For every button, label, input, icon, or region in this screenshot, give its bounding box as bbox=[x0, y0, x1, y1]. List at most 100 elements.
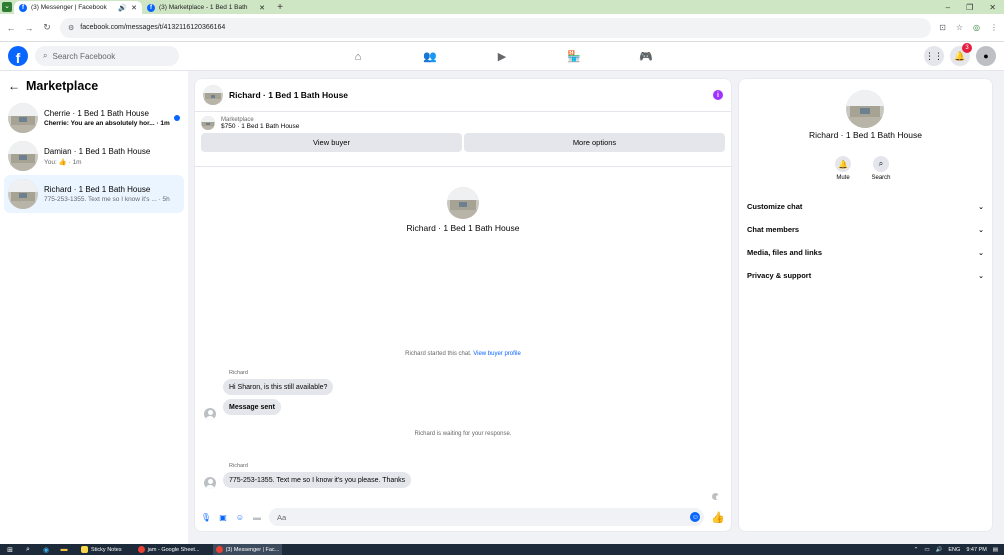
message-bubble[interactable]: 775-253-1355. Text me so I know it's you… bbox=[223, 472, 412, 488]
speaker-icon[interactable]: 🔊 bbox=[118, 4, 127, 12]
minimize-icon[interactable]: – bbox=[946, 3, 950, 12]
close-window-icon[interactable]: ✕ bbox=[989, 3, 996, 12]
watch-icon[interactable]: ▶ bbox=[466, 42, 538, 71]
thumbs-up-icon[interactable]: 👍 bbox=[711, 511, 725, 524]
menu-kebab-icon[interactable]: ⋮ bbox=[990, 23, 998, 32]
facebook-top-nav: f ⌕ Search Facebook ⌂ 👥 ▶ 🏪 🎮 ⋮⋮ 🔔 3 ● bbox=[0, 42, 1004, 71]
chat-title[interactable]: Richard · 1 Bed 1 Bath House bbox=[229, 90, 348, 100]
volume-icon[interactable]: 🔊 bbox=[936, 547, 943, 553]
marketplace-icon[interactable]: 🏪 bbox=[538, 42, 610, 71]
taskbar-app-label: Sticky Notes bbox=[91, 546, 122, 553]
conversation-item-cherrie[interactable]: Cherrie · 1 Bed 1 Bath House Cherrie: Yo… bbox=[4, 99, 184, 137]
emoji-icon[interactable]: ☺ bbox=[690, 512, 701, 522]
conversation-name: Cherrie · 1 Bed 1 Bath House bbox=[44, 109, 149, 118]
extension-icon[interactable]: ◎ bbox=[973, 23, 980, 32]
view-buyer-button[interactable]: View buyer bbox=[201, 133, 462, 152]
chat-started-note: Richard started this chat. View buyer pr… bbox=[195, 351, 731, 357]
gif-icon[interactable]: ▬ bbox=[252, 512, 262, 522]
mute-label: Mute bbox=[836, 175, 850, 181]
chevron-down-icon: ⌄ bbox=[978, 272, 984, 280]
new-tab-button[interactable]: + bbox=[274, 2, 286, 14]
listing-thumbnail bbox=[8, 141, 38, 171]
microphone-icon[interactable]: 🎙 bbox=[201, 512, 211, 522]
language-indicator[interactable]: ENG bbox=[948, 547, 960, 553]
friends-icon[interactable]: 👥 bbox=[394, 42, 466, 71]
profile-avatar[interactable] bbox=[447, 187, 479, 219]
edge-icon[interactable]: ◉ bbox=[42, 546, 50, 554]
profile-avatar[interactable] bbox=[846, 90, 884, 128]
reload-icon[interactable]: ↻ bbox=[42, 22, 52, 33]
tab-title: (3) Messenger | Facebook bbox=[31, 4, 107, 11]
facebook-logo-icon[interactable]: f bbox=[8, 46, 28, 66]
menu-grid-icon[interactable]: ⋮⋮ bbox=[924, 46, 944, 66]
listing-thumbnail bbox=[8, 179, 38, 209]
browser-tab-marketplace[interactable]: f (3) Marketplace - 1 Bed 1 Bath ✕ bbox=[142, 1, 270, 14]
conversation-preview: Cherrie: You are an absolutely hor... · … bbox=[44, 120, 170, 127]
tab-search-button[interactable]: ⌄ bbox=[0, 0, 14, 14]
home-icon[interactable]: ⌂ bbox=[322, 42, 394, 71]
taskbar-app-sheets[interactable]: jam - Google Sheet... bbox=[135, 544, 203, 555]
sender-name: Richard bbox=[229, 370, 248, 376]
conversation-item-richard[interactable]: Richard · 1 Bed 1 Bath House 775-253-135… bbox=[4, 175, 184, 213]
back-arrow-icon[interactable]: ← bbox=[8, 79, 20, 93]
conversation-name: Damian · 1 Bed 1 Bath House bbox=[44, 146, 151, 156]
pane-header: ← Marketplace bbox=[0, 71, 188, 99]
seen-indicator-avatar bbox=[712, 493, 719, 500]
chat-avatar[interactable] bbox=[203, 85, 223, 105]
menu-item-label: Media, files and links bbox=[747, 248, 823, 257]
browser-tab-messenger[interactable]: f (3) Messenger | Facebook 🔊 ✕ bbox=[14, 1, 142, 14]
chevron-down-icon: ⌄ bbox=[2, 2, 12, 12]
file-explorer-icon[interactable]: ▬ bbox=[60, 546, 68, 554]
avatar[interactable]: ● bbox=[976, 46, 996, 66]
more-options-button[interactable]: More options bbox=[464, 133, 725, 152]
customize-chat-item[interactable]: Customize chat ⌄ bbox=[739, 195, 992, 218]
close-icon[interactable]: ✕ bbox=[259, 4, 265, 12]
install-app-icon[interactable]: ⊡ bbox=[939, 23, 946, 32]
message-bubble[interactable]: Hi Sharon, is this still available? bbox=[223, 379, 334, 395]
started-text: Richard started this chat. bbox=[405, 351, 472, 357]
notification-badge: 3 bbox=[962, 43, 972, 53]
forward-arrow-icon[interactable]: → bbox=[24, 23, 34, 33]
conversation-item-damian[interactable]: Damian · 1 Bed 1 Bath House You: 👍 · 1m bbox=[4, 137, 184, 175]
image-icon[interactable]: ▣ bbox=[218, 512, 228, 522]
sticker-icon[interactable]: ☺ bbox=[235, 512, 245, 522]
chrome-icon bbox=[137, 546, 145, 553]
notification-center-icon[interactable]: ▤ bbox=[993, 547, 998, 553]
menu-item-label: Chat members bbox=[747, 225, 800, 234]
address-bar[interactable]: ⚙ facebook.com/messages/t/41321161203661… bbox=[60, 17, 932, 38]
mute-button[interactable]: 🔔 Mute bbox=[832, 156, 854, 181]
profile-name: Richard · 1 Bed 1 Bath House bbox=[406, 223, 520, 233]
search-button[interactable]: ⌕ Search bbox=[870, 156, 892, 181]
restore-icon[interactable]: ❐ bbox=[966, 3, 973, 12]
taskbar-app-messenger[interactable]: (3) Messenger | Fac... bbox=[212, 544, 283, 555]
avatar[interactable] bbox=[204, 477, 216, 489]
network-icon[interactable]: ▭ bbox=[924, 547, 929, 553]
notifications-bell-icon[interactable]: 🔔 3 bbox=[950, 43, 972, 66]
chevron-up-icon[interactable]: ⌃ bbox=[914, 547, 919, 553]
media-files-links-item[interactable]: Media, files and links ⌄ bbox=[739, 241, 992, 264]
bookmark-star-icon[interactable]: ☆ bbox=[956, 23, 963, 32]
gaming-icon[interactable]: 🎮 bbox=[610, 42, 682, 71]
listing-thumbnail[interactable] bbox=[201, 116, 215, 130]
back-arrow-icon[interactable]: ← bbox=[6, 23, 16, 33]
search-input[interactable]: ⌕ Search Facebook bbox=[35, 46, 179, 66]
site-info-icon[interactable]: ⚙ bbox=[68, 24, 74, 32]
view-buyer-profile-link[interactable]: View buyer profile bbox=[473, 351, 521, 357]
taskbar-app-sticky-notes[interactable]: Sticky Notes bbox=[78, 544, 125, 555]
chevron-down-icon: ⌄ bbox=[978, 203, 984, 211]
clock[interactable]: 9:47 PM bbox=[966, 547, 986, 553]
nav-right: ⋮⋮ 🔔 3 ● bbox=[924, 43, 996, 66]
waiting-note: Richard is waiting for your response. bbox=[414, 431, 512, 437]
info-icon[interactable]: i bbox=[713, 90, 723, 100]
chrome-icon bbox=[215, 546, 223, 553]
chat-members-item[interactable]: Chat members ⌄ bbox=[739, 218, 992, 241]
avatar[interactable] bbox=[204, 408, 216, 420]
message-input[interactable]: Aa ☺ bbox=[269, 508, 705, 526]
close-icon[interactable]: ✕ bbox=[131, 4, 137, 12]
privacy-support-item[interactable]: Privacy & support ⌄ bbox=[739, 264, 992, 287]
message-thread: Richard · 1 Bed 1 Bath House Richard sta… bbox=[195, 166, 731, 503]
message-bubble[interactable]: Message sent bbox=[223, 399, 281, 415]
windows-start-icon[interactable]: ⊞ bbox=[6, 546, 14, 554]
search-icon[interactable]: ⌕ bbox=[24, 546, 32, 554]
chat-details-pane: Richard · 1 Bed 1 Bath House 🔔 Mute ⌕ Se… bbox=[739, 79, 992, 531]
